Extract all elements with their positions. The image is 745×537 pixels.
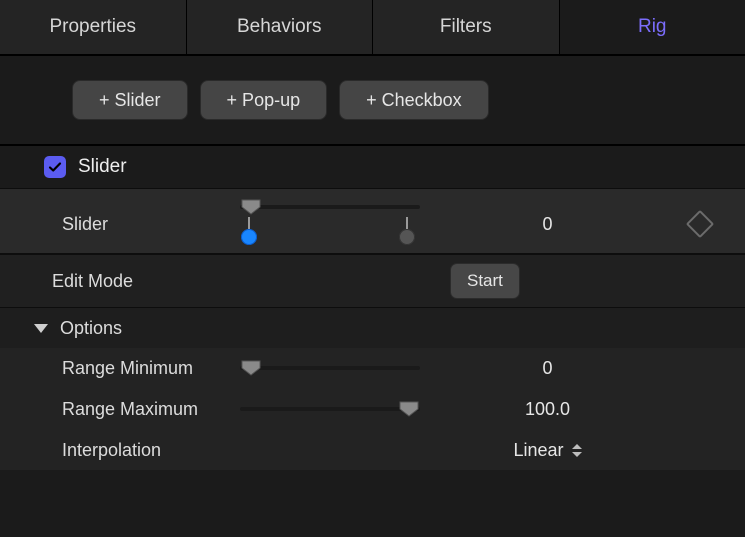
edit-mode-label: Edit Mode <box>0 271 450 292</box>
interpolation-label: Interpolation <box>0 440 240 461</box>
tab-rig-label: Rig <box>638 16 667 38</box>
range-min-slider[interactable] <box>240 358 420 378</box>
slider-keyframe-cell <box>655 214 745 234</box>
slider-track <box>240 205 420 209</box>
range-max-label: Range Maximum <box>0 399 240 420</box>
snapshot-handle-end[interactable] <box>398 217 416 245</box>
disclosure-triangle-icon <box>34 324 48 333</box>
slider-enable-checkbox[interactable] <box>44 156 66 178</box>
edit-mode-start-button[interactable]: Start <box>450 263 520 299</box>
range-min-value[interactable]: 0 <box>440 358 655 379</box>
tab-behaviors-label: Behaviors <box>237 16 322 38</box>
slider-section-title: Slider <box>78 156 127 178</box>
handle-ball-active <box>241 229 257 245</box>
slider-control[interactable] <box>240 197 420 217</box>
checkmark-icon <box>47 159 63 175</box>
range-min-label: Range Minimum <box>0 358 240 379</box>
slider-track <box>240 366 420 370</box>
slider-snapshot-handles <box>240 217 420 251</box>
options-label: Options <box>60 318 122 339</box>
edit-mode-row: Edit Mode Start <box>0 254 745 307</box>
range-max-value[interactable]: 100.0 <box>440 399 655 420</box>
interpolation-value: Linear <box>513 440 563 461</box>
slider-label: Slider <box>0 214 240 235</box>
slider-value[interactable]: 0 <box>440 214 655 235</box>
range-min-slider-cell <box>240 358 440 378</box>
interpolation-popup[interactable]: Linear <box>513 440 581 461</box>
edit-mode-start-label: Start <box>467 271 503 291</box>
popup-arrows-icon <box>572 444 582 457</box>
add-widget-row: + Slider + Pop-up + Checkbox <box>0 56 745 146</box>
tab-filters[interactable]: Filters <box>373 0 560 54</box>
tab-filters-label: Filters <box>440 16 492 38</box>
tab-behaviors[interactable]: Behaviors <box>187 0 374 54</box>
tab-bar: Properties Behaviors Filters Rig <box>0 0 745 54</box>
add-popup-button[interactable]: + Pop-up <box>200 80 328 120</box>
add-checkbox-label: + Checkbox <box>366 90 462 111</box>
snapshot-handle-start[interactable] <box>240 217 258 245</box>
tab-properties[interactable]: Properties <box>0 0 187 54</box>
range-max-thumb[interactable] <box>399 401 419 417</box>
slider-thumb-icon <box>241 360 261 376</box>
slider-thumb-icon <box>399 401 419 417</box>
range-max-slider-cell <box>240 399 440 419</box>
slider-thumb[interactable] <box>241 199 261 215</box>
slider-value-row: Slider <box>0 189 745 253</box>
range-min-row: Range Minimum 0 <box>0 348 745 388</box>
slider-control-cell <box>240 197 440 251</box>
add-slider-label: + Slider <box>99 90 161 111</box>
add-checkbox-button[interactable]: + Checkbox <box>339 80 489 120</box>
add-slider-button[interactable]: + Slider <box>72 80 188 120</box>
range-min-thumb[interactable] <box>241 360 261 376</box>
interpolation-row: Interpolation Linear <box>0 429 745 470</box>
options-header[interactable]: Options <box>0 307 745 348</box>
slider-thumb-icon <box>241 199 261 215</box>
add-popup-label: + Pop-up <box>227 90 301 111</box>
slider-track <box>240 407 420 411</box>
range-max-row: Range Maximum 100.0 <box>0 388 745 429</box>
handle-ball-inactive <box>399 229 415 245</box>
keyframe-diamond-icon[interactable] <box>686 210 714 238</box>
tab-properties-label: Properties <box>49 16 136 38</box>
slider-parameter-group: Slider <box>0 188 745 254</box>
tab-rig[interactable]: Rig <box>560 0 745 54</box>
range-max-slider[interactable] <box>240 399 420 419</box>
slider-section-header: Slider <box>0 146 745 188</box>
inspector-rig-panel: Properties Behaviors Filters Rig + Slide… <box>0 0 745 537</box>
